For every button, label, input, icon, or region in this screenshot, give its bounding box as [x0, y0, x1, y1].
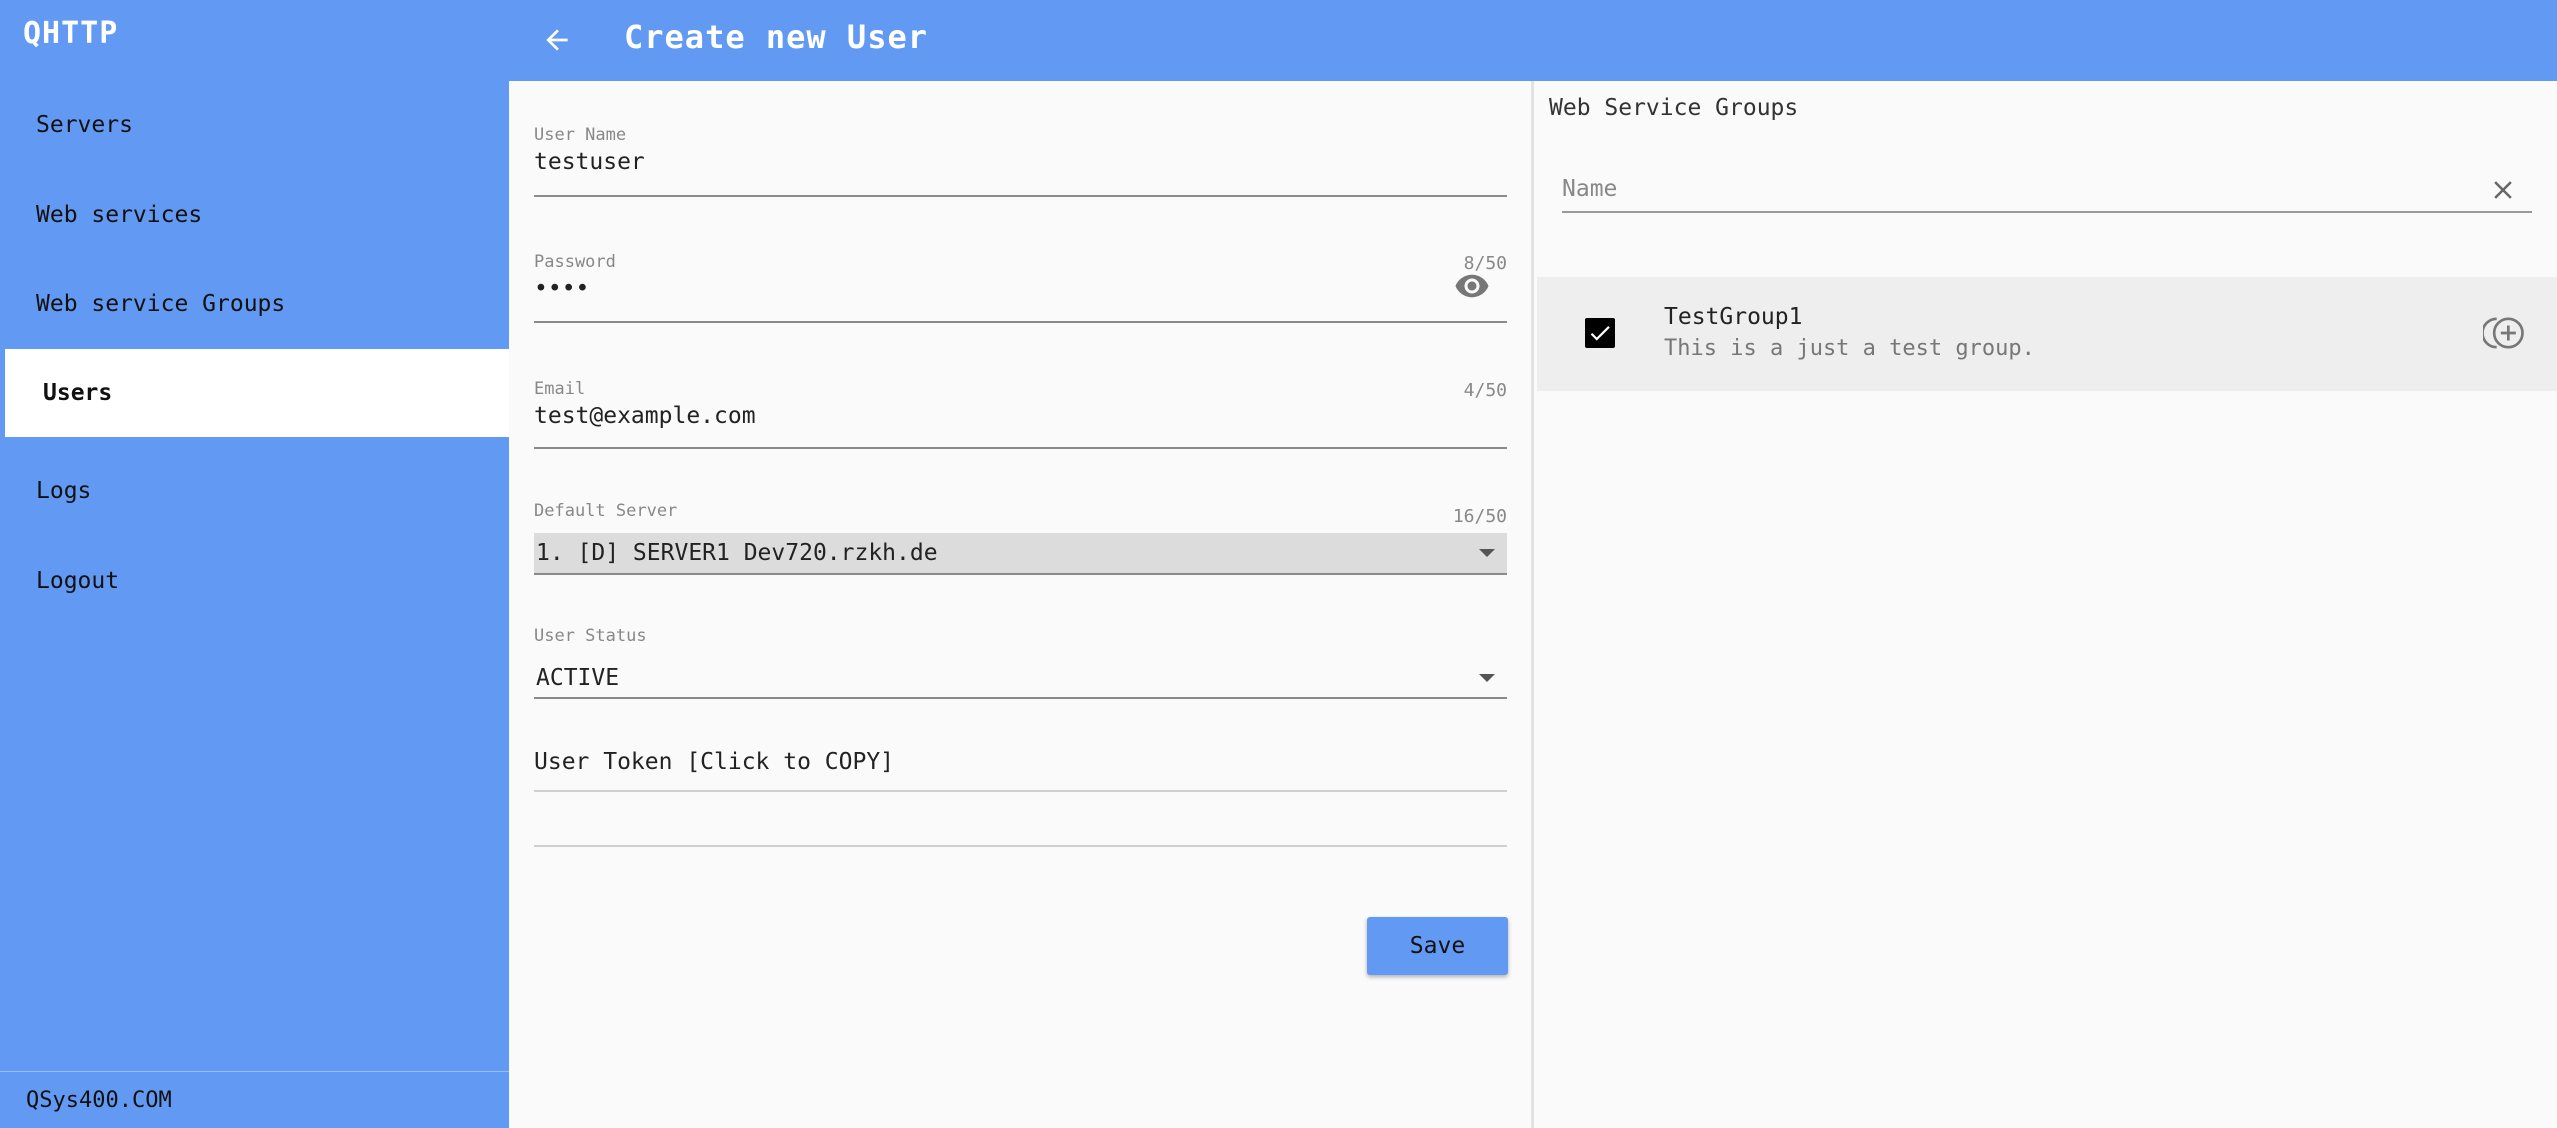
email-underline — [534, 447, 1507, 449]
close-icon[interactable] — [2488, 175, 2518, 205]
group-filter — [1562, 169, 2532, 213]
arrow-left-icon — [546, 29, 568, 51]
sidebar-item-label: Web service Groups — [36, 291, 286, 317]
sidebar-item-label: Logs — [36, 478, 92, 504]
sidebar-item-servers[interactable]: Servers — [0, 81, 509, 169]
user-token-value-underline — [534, 845, 1507, 847]
top-bar: Create new User — [509, 0, 2557, 81]
group-row[interactable]: TestGroup1 This is a just a test group. — [1537, 277, 2557, 391]
group-checkbox[interactable] — [1585, 318, 1615, 348]
email-value[interactable]: test@example.com — [534, 403, 1507, 429]
add-circle-icon[interactable] — [2483, 313, 2527, 353]
user-form: User Name testuser 8/50 Password •••• 4/… — [509, 81, 1534, 1128]
sidebar-item-label: Servers — [36, 112, 133, 138]
username-label: User Name — [534, 125, 627, 145]
chevron-down-icon — [1479, 549, 1495, 557]
sidebar-item-logout[interactable]: Logout — [0, 537, 509, 625]
password-underline — [534, 321, 1507, 323]
sidebar-item-label: Web services — [36, 202, 203, 228]
sidebar-item-web-services[interactable]: Web services — [0, 171, 509, 259]
page-title: Create new User — [624, 18, 928, 56]
password-value[interactable]: •••• — [534, 276, 1507, 302]
group-description: This is a just a test group. — [1664, 336, 2035, 361]
username-underline — [534, 195, 1507, 197]
sidebar-item-label: Users — [43, 380, 113, 406]
sidebar-item-web-service-groups[interactable]: Web service Groups — [0, 260, 509, 348]
sidebar: QHTTP Servers Web services Web service G… — [0, 0, 509, 1128]
user-status-select[interactable]: User Status ACTIVE — [534, 626, 1507, 706]
panel-title: Web Service Groups — [1549, 95, 1799, 121]
user-token-label[interactable]: User Token [Click to COPY] — [534, 749, 1507, 775]
user-token-underline — [534, 790, 1507, 792]
app-brand: QHTTP — [23, 16, 119, 51]
chevron-down-icon — [1479, 674, 1495, 682]
password-label: Password — [534, 252, 616, 272]
default-server-underline — [534, 573, 1507, 575]
sidebar-item-label: Logout — [36, 568, 120, 594]
sidebar-item-logs[interactable]: Logs — [0, 447, 509, 535]
email-label: Email — [534, 379, 586, 399]
eye-icon[interactable] — [1454, 268, 1490, 304]
default-server-label: Default Server — [534, 501, 678, 521]
back-button[interactable] — [535, 18, 579, 62]
web-service-groups-panel: Web Service Groups TestGroup1 This is a … — [1537, 81, 2557, 1128]
group-name: TestGroup1 — [1664, 304, 1803, 330]
group-name-filter-input[interactable] — [1562, 169, 2442, 209]
password-field[interactable]: Password •••• 4/50 — [534, 252, 1507, 401]
username-value[interactable]: testuser — [534, 149, 1507, 175]
user-status-value: ACTIVE — [536, 665, 620, 691]
checkmark-icon — [1590, 326, 1610, 341]
default-server-value: 1. [D] SERVER1 Dev720.rzkh.de — [536, 540, 938, 566]
default-server-value-box[interactable]: 1. [D] SERVER1 Dev720.rzkh.de — [534, 533, 1507, 573]
user-token-field[interactable]: User Token [Click to COPY] — [534, 749, 1507, 859]
user-status-label: User Status — [534, 626, 647, 646]
email-field[interactable]: Email test@example.com 16/50 — [534, 379, 1507, 527]
sidebar-footer: QSys400.COM — [0, 1071, 509, 1128]
sidebar-item-users[interactable]: Users — [5, 349, 509, 437]
save-button[interactable]: Save — [1367, 917, 1508, 975]
user-status-value-box[interactable]: ACTIVE — [534, 658, 1507, 698]
username-field[interactable]: User Name testuser 8/50 — [534, 125, 1507, 274]
default-server-select[interactable]: Default Server 1. [D] SERVER1 Dev720.rzk… — [534, 501, 1507, 581]
user-status-underline — [534, 697, 1507, 699]
